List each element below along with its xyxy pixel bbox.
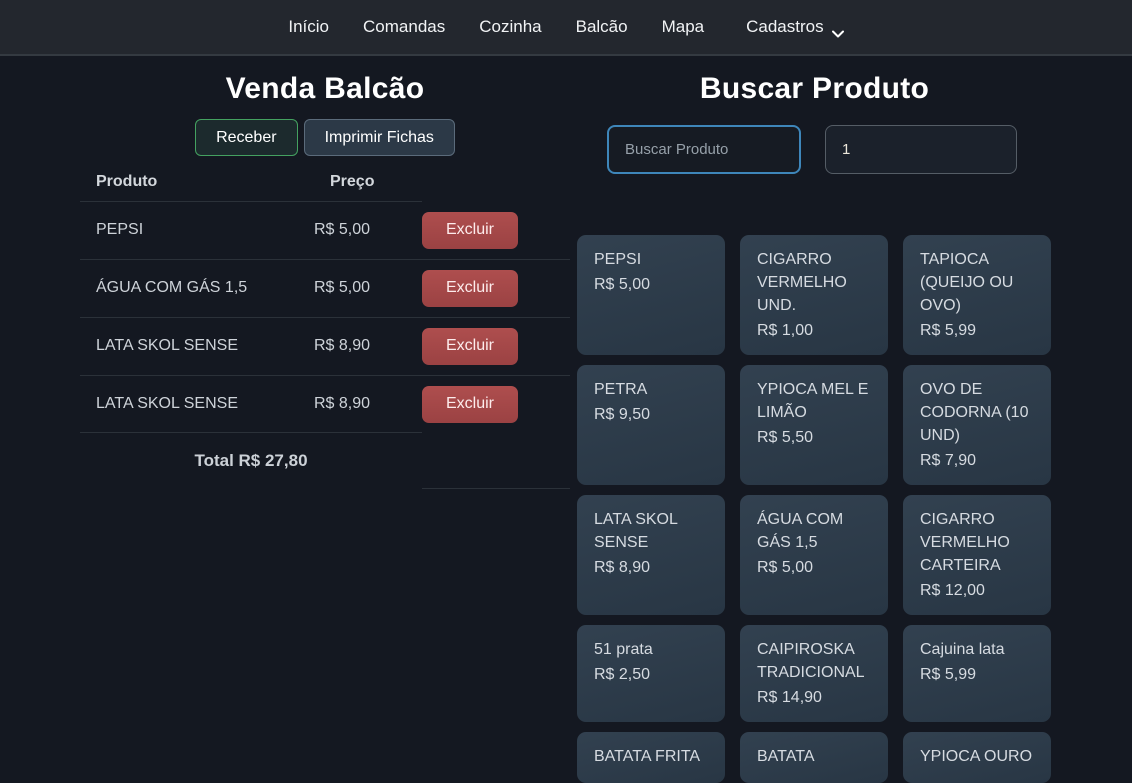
sale-actions: Receber Imprimir Fichas: [80, 119, 570, 156]
nav-link[interactable]: Balcão: [559, 9, 645, 44]
product-grid: PEPSI R$ 5,00 CIGARRO VERMELHO UND. R$ 1…: [577, 235, 1052, 783]
product-card-price: R$ 1,00: [757, 319, 871, 342]
product-card-price: R$ 5,99: [920, 319, 1034, 342]
product-card-price: R$ 9,50: [594, 403, 708, 426]
product-card[interactable]: LATA SKOL SENSE R$ 8,90: [577, 495, 725, 615]
product-card[interactable]: TAPIOCA (QUEIJO OU OVO) R$ 5,99: [903, 235, 1051, 355]
product-card-name: PETRA: [594, 378, 708, 401]
chevron-down-icon: [832, 23, 844, 31]
product-card[interactable]: BATATA: [740, 732, 888, 783]
product-card-name: CAIPIROSKA TRADICIONAL: [757, 638, 871, 684]
sale-item-price: R$ 5,00: [314, 202, 422, 260]
product-card-price: R$ 5,00: [594, 273, 708, 296]
table-total-row: Total R$ 27,80: [80, 433, 570, 489]
quantity-input[interactable]: [825, 125, 1017, 174]
delete-item-button[interactable]: Excluir: [422, 328, 518, 365]
sale-item-action-cell: Excluir: [422, 317, 570, 375]
product-card-name: TAPIOCA (QUEIJO OU OVO): [920, 248, 1034, 317]
sale-item-row: ÁGUA COM GÁS 1,5 R$ 5,00 Excluir: [80, 259, 570, 317]
sale-item-price: R$ 8,90: [314, 375, 422, 433]
delete-item-button[interactable]: Excluir: [422, 386, 518, 423]
sale-item-name: ÁGUA COM GÁS 1,5: [80, 259, 314, 317]
product-card-price: R$ 5,50: [757, 426, 871, 449]
product-card-name: YPIOCA OURO: [920, 745, 1034, 768]
nav-link[interactable]: Mapa: [645, 9, 722, 44]
product-card-name: YPIOCA MEL E LIMÃO: [757, 378, 871, 424]
counter-sale-panel: Venda Balcão Receber Imprimir Fichas Pro…: [80, 56, 570, 783]
product-card-name: BATATA: [757, 745, 871, 768]
table-header-row: Produto Preço: [80, 163, 570, 202]
product-card-price: R$ 12,00: [920, 579, 1034, 602]
sale-total: Total R$ 27,80: [80, 433, 422, 489]
column-header-product: Produto: [80, 163, 314, 202]
nav-dropdown-cadastros[interactable]: Cadastros: [729, 9, 860, 45]
product-card[interactable]: BATATA FRITA: [577, 732, 725, 783]
product-card-name: BATATA FRITA: [594, 745, 708, 768]
product-search-panel: Buscar Produto PEPSI R$ 5,00 CIGARRO VER…: [577, 56, 1052, 783]
column-header-price: Preço: [314, 163, 422, 202]
product-card-price: R$ 8,90: [594, 556, 708, 579]
product-card-name: OVO DE CODORNA (10 UND): [920, 378, 1034, 447]
sale-item-row: LATA SKOL SENSE R$ 8,90 Excluir: [80, 317, 570, 375]
sale-item-row: PEPSI R$ 5,00 Excluir: [80, 202, 570, 260]
product-card-price: R$ 5,00: [757, 556, 871, 579]
product-card-name: PEPSI: [594, 248, 708, 271]
nav-link[interactable]: Início: [271, 9, 346, 44]
print-tickets-button[interactable]: Imprimir Fichas: [304, 119, 455, 156]
product-card[interactable]: CIGARRO VERMELHO CARTEIRA R$ 12,00: [903, 495, 1051, 615]
nav-dropdown-label: Cadastros: [746, 17, 823, 37]
sale-item-price: R$ 5,00: [314, 259, 422, 317]
product-card[interactable]: ÁGUA COM GÁS 1,5 R$ 5,00: [740, 495, 888, 615]
product-card[interactable]: PEPSI R$ 5,00: [577, 235, 725, 355]
page-title-venda-balcao: Venda Balcão: [80, 71, 570, 106]
product-card[interactable]: OVO DE CODORNA (10 UND) R$ 7,90: [903, 365, 1051, 485]
sale-item-row: LATA SKOL SENSE R$ 8,90 Excluir: [80, 375, 570, 433]
delete-item-button[interactable]: Excluir: [422, 270, 518, 307]
column-header-action: [422, 163, 570, 202]
page-title-buscar-produto: Buscar Produto: [577, 71, 1052, 106]
search-controls: [607, 125, 1052, 174]
receive-button[interactable]: Receber: [195, 119, 297, 156]
sale-item-name: LATA SKOL SENSE: [80, 317, 314, 375]
product-card-name: CIGARRO VERMELHO UND.: [757, 248, 871, 317]
product-card[interactable]: CAIPIROSKA TRADICIONAL R$ 14,90: [740, 625, 888, 722]
product-card[interactable]: YPIOCA MEL E LIMÃO R$ 5,50: [740, 365, 888, 485]
product-card-name: CIGARRO VERMELHO CARTEIRA: [920, 508, 1034, 577]
main-content: Venda Balcão Receber Imprimir Fichas Pro…: [0, 56, 1132, 783]
sale-item-action-cell: Excluir: [422, 202, 570, 260]
product-card[interactable]: YPIOCA OURO: [903, 732, 1051, 783]
product-card-name: 51 prata: [594, 638, 708, 661]
product-card[interactable]: PETRA R$ 9,50: [577, 365, 725, 485]
product-card[interactable]: Cajuina lata R$ 5,99: [903, 625, 1051, 722]
search-product-input[interactable]: [607, 125, 801, 174]
product-card-name: ÁGUA COM GÁS 1,5: [757, 508, 871, 554]
sale-item-action-cell: Excluir: [422, 259, 570, 317]
delete-item-button[interactable]: Excluir: [422, 212, 518, 249]
sale-item-name: PEPSI: [80, 202, 314, 260]
product-card[interactable]: 51 prata R$ 2,50: [577, 625, 725, 722]
nav-link[interactable]: Cozinha: [462, 9, 558, 44]
sale-items-table: Produto Preço PEPSI R$ 5,00 Excluir ÁGUA…: [80, 163, 570, 489]
product-card-name: Cajuina lata: [920, 638, 1034, 661]
product-card-name: LATA SKOL SENSE: [594, 508, 708, 554]
product-card-price: R$ 5,99: [920, 663, 1034, 686]
product-card-price: R$ 14,90: [757, 686, 871, 709]
sale-item-price: R$ 8,90: [314, 317, 422, 375]
nav-link[interactable]: Comandas: [346, 9, 462, 44]
sale-item-name: LATA SKOL SENSE: [80, 375, 314, 433]
top-navbar: InícioComandasCozinhaBalcãoMapa Cadastro…: [0, 0, 1132, 56]
sale-item-action-cell: Excluir: [422, 375, 570, 433]
product-card[interactable]: CIGARRO VERMELHO UND. R$ 1,00: [740, 235, 888, 355]
product-card-price: R$ 2,50: [594, 663, 708, 686]
product-card-price: R$ 7,90: [920, 449, 1034, 472]
